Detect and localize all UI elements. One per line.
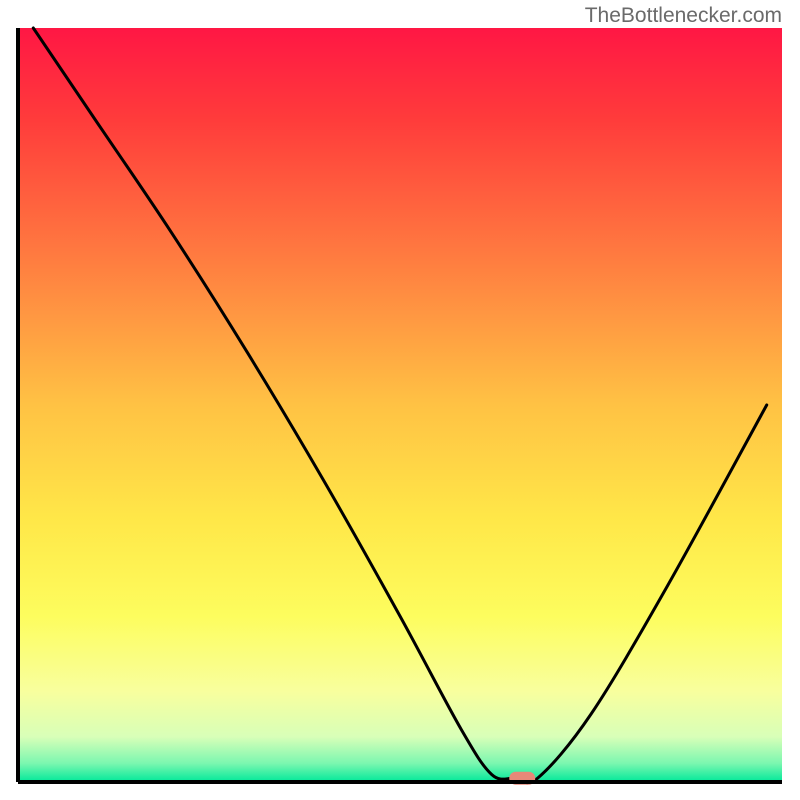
gradient-background: [18, 28, 782, 782]
chart-svg: [0, 0, 800, 800]
watermark-label: TheBottlenecker.com: [585, 4, 782, 28]
plot-area: [18, 28, 782, 785]
bottleneck-chart: TheBottlenecker.com: [0, 0, 800, 800]
